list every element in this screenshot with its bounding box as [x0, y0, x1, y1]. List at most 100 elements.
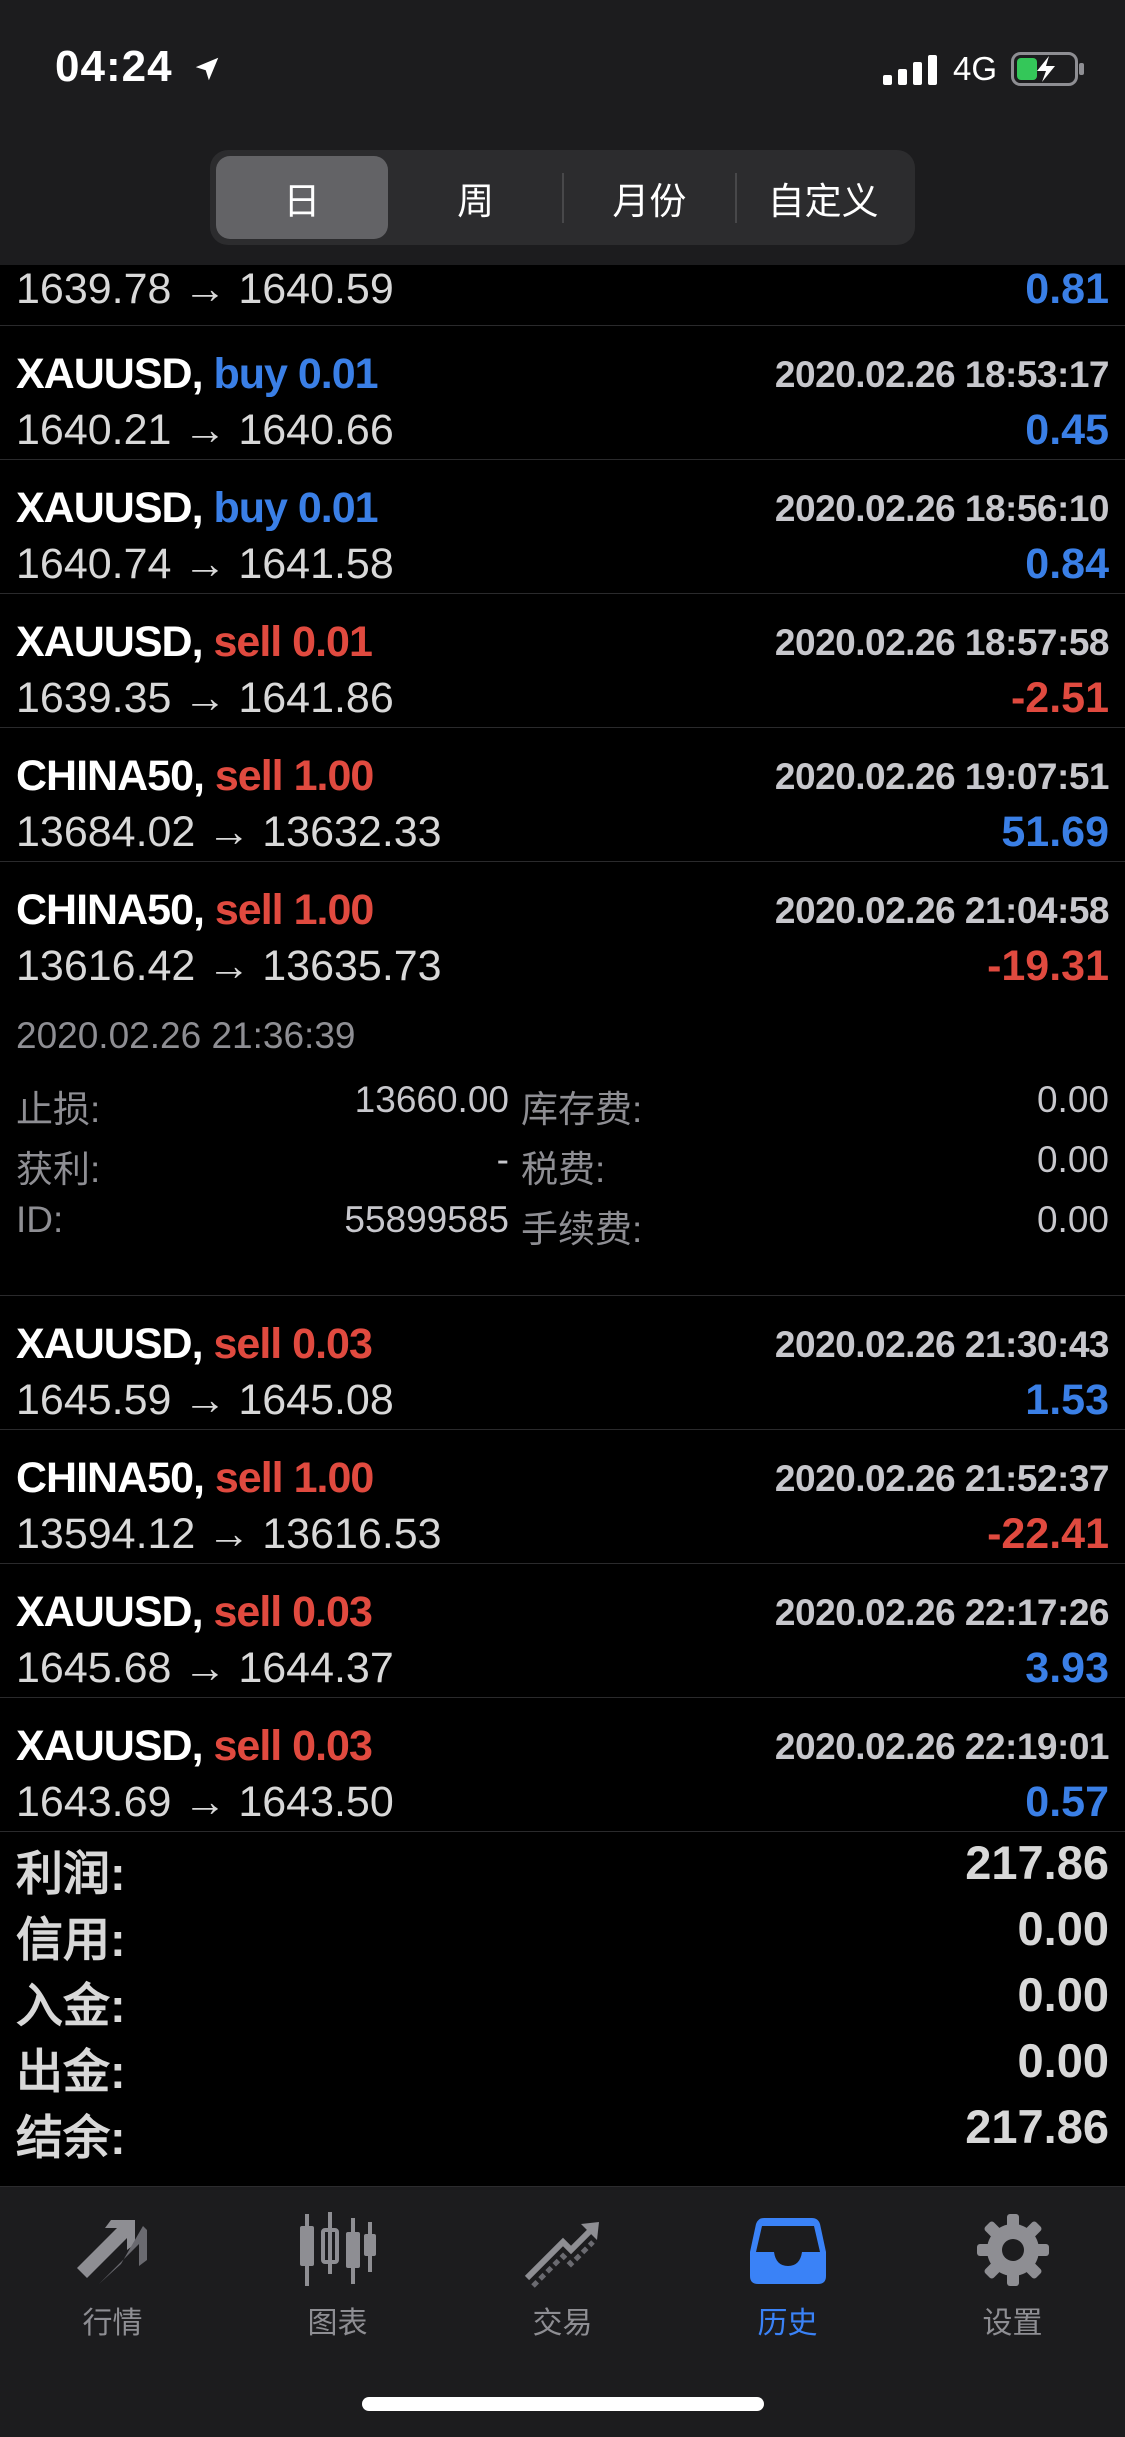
trade-profit: 0.57	[1025, 1778, 1109, 1826]
trade-row[interactable]: CHINA50, sell 1.00 2020.02.26 19:07:51 1…	[0, 728, 1125, 862]
trade-row-partial[interactable]: 1639.78 → 1640.59 0.81	[0, 265, 1125, 326]
home-indicator[interactable]	[362, 2397, 764, 2411]
tab-settings[interactable]: 设置	[900, 2207, 1125, 2342]
location-arrow-icon	[195, 58, 219, 81]
tab-custom[interactable]: 自定义	[737, 156, 909, 239]
fee-label: 手续费:	[521, 1209, 643, 1250]
trade-prices: 13616.42 → 13635.73	[16, 942, 442, 990]
summary-value: 0.00	[1017, 2034, 1109, 2087]
quotes-icon	[76, 2219, 147, 2284]
trade-row[interactable]: XAUUSD, sell 0.01 2020.02.26 18:57:58 16…	[0, 594, 1125, 728]
trade-row[interactable]: XAUUSD, buy 0.01 2020.02.26 18:53:17 164…	[0, 326, 1125, 460]
summary-value: 0.00	[1017, 1968, 1109, 2021]
signal-icon	[882, 55, 937, 85]
close-time: 2020.02.26 21:36:39	[16, 1015, 356, 1056]
trade-row-expanded[interactable]: CHINA50, sell 1.00 2020.02.26 21:04:58 1…	[0, 862, 1125, 995]
swap-label: 库存费:	[521, 1089, 643, 1130]
trade-time: 2020.02.26 22:19:01	[774, 1726, 1110, 1767]
swap-value: 0.00	[1036, 1079, 1109, 1120]
fee-value: 0.00	[1036, 1199, 1109, 1240]
trade-title: CHINA50, sell 1.00	[16, 1454, 374, 1503]
summary-label: 利润:	[16, 1847, 126, 1900]
trade-prices: 13684.02 → 13632.33	[16, 808, 442, 856]
quotes-icon-wrap	[0, 2207, 225, 2292]
header: 04:24 4G 日 周 月份 自定义	[0, 0, 1125, 265]
trade-volume: 0.03	[292, 1588, 373, 1636]
tab-month[interactable]: 月份	[564, 156, 736, 239]
trade-time: 2020.02.26 18:57:58	[774, 622, 1110, 663]
trade-row[interactable]: XAUUSD, buy 0.01 2020.02.26 18:56:10 164…	[0, 460, 1125, 594]
tab-week[interactable]: 周	[390, 156, 562, 239]
settings-icon-wrap	[900, 2207, 1125, 2292]
trade-time: 2020.02.26 18:53:17	[774, 354, 1110, 395]
trade-prices: 1645.59 → 1645.08	[16, 1376, 394, 1424]
trade-row[interactable]: XAUUSD, sell 0.03 2020.02.26 22:19:01 16…	[0, 1698, 1125, 1832]
trade-side: sell	[214, 1454, 284, 1502]
trade-volume: 0.03	[292, 1320, 373, 1368]
id-label: ID:	[16, 1199, 64, 1240]
trade-side: sell	[213, 1722, 282, 1770]
history-icon	[749, 2217, 826, 2284]
trade-profit: 0.45	[1025, 406, 1109, 454]
summary-row-credit: 信用: 0.00	[0, 1901, 1125, 1967]
tab-trade[interactable]: 交易	[450, 2207, 675, 2342]
summary-row-deposit: 入金: 0.00	[0, 1967, 1125, 2033]
trade-side: sell	[214, 886, 284, 934]
trade-symbol: CHINA50,	[16, 1454, 205, 1502]
tab-label: 行情	[82, 2307, 143, 2340]
trade-title: XAUUSD, sell 0.03	[16, 1722, 373, 1771]
tab-quotes[interactable]: 行情	[0, 2207, 225, 2342]
status-indicators: 4G	[882, 50, 1085, 88]
trade-title: XAUUSD, sell 0.01	[16, 618, 373, 667]
summary-row-profit: 利润: 217.86	[0, 1835, 1125, 1901]
trade-icon	[524, 2221, 599, 2288]
trade-prices: 1643.69 → 1643.50	[16, 1778, 394, 1826]
account-summary: 利润: 217.86 信用: 0.00 入金: 0.00 出金: 0.00 结余…	[0, 1835, 1125, 2165]
tab-chart[interactable]: 图表	[225, 2207, 450, 2342]
trade-symbol: XAUUSD,	[16, 1588, 204, 1636]
trade-row[interactable]: XAUUSD, sell 0.03 2020.02.26 22:17:26 16…	[0, 1564, 1125, 1698]
sl-label: 止损:	[16, 1089, 101, 1130]
tab-day[interactable]: 日	[216, 156, 388, 239]
chart-icon-wrap	[225, 2207, 450, 2292]
trade-symbol: XAUUSD,	[16, 484, 204, 532]
trade-prices: 1639.78 → 1640.59	[16, 265, 394, 313]
trade-details: 2020.02.26 21:36:39 止损: 13660.00 库存费: 0.…	[0, 995, 1125, 1296]
trade-volume: 0.01	[297, 484, 379, 532]
detail-row: ID: 55899585 手续费: 0.00	[16, 1199, 1109, 1250]
trade-row[interactable]: CHINA50, sell 1.00 2020.02.26 21:52:37 1…	[0, 1430, 1125, 1564]
trade-profit: 0.81	[1025, 265, 1109, 313]
trade-time: 2020.02.26 21:52:37	[774, 1458, 1110, 1499]
trade-symbol: XAUUSD,	[16, 618, 204, 666]
trade-title: XAUUSD, buy 0.01	[16, 350, 379, 399]
trade-title: CHINA50, sell 1.00	[16, 886, 374, 935]
trade-title: CHINA50, sell 1.00	[16, 752, 375, 801]
tab-label: 历史	[757, 2307, 818, 2340]
sl-value: 13660.00	[354, 1079, 509, 1120]
trade-prices: 1639.35 → 1641.86	[16, 674, 394, 722]
trade-history-list: 1639.78 → 1640.59 0.81 XAUUSD, buy 0.01 …	[0, 265, 1125, 1832]
trade-icon-wrap	[450, 2207, 675, 2292]
trade-time: 2020.02.26 21:30:43	[774, 1324, 1110, 1365]
trade-title: XAUUSD, sell 0.03	[16, 1588, 373, 1637]
trade-volume: 1.00	[293, 752, 375, 800]
summary-row-withdrawal: 出金: 0.00	[0, 2033, 1125, 2099]
tab-label: 图表	[307, 2307, 368, 2340]
summary-row-balance: 结余: 217.86	[0, 2099, 1125, 2165]
chart-icon	[299, 2211, 376, 2286]
detail-row: 止损: 13660.00 库存费: 0.00	[16, 1079, 1109, 1130]
trade-prices: 13594.12 → 13616.53	[16, 1510, 442, 1558]
summary-label: 信用:	[16, 1913, 126, 1966]
trade-symbol: CHINA50,	[16, 886, 205, 934]
tp-value: -	[496, 1139, 509, 1180]
trade-profit: -22.41	[987, 1510, 1109, 1558]
detail-row: 获利: - 税费: 0.00	[16, 1139, 1109, 1190]
trade-side: sell	[213, 1320, 282, 1368]
tab-history[interactable]: 历史	[675, 2207, 900, 2342]
summary-value: 0.00	[1017, 1902, 1109, 1955]
trade-row[interactable]: XAUUSD, sell 0.03 2020.02.26 21:30:43 16…	[0, 1296, 1125, 1430]
trade-side: buy	[213, 484, 287, 532]
trade-side: sell	[213, 1588, 282, 1636]
trade-profit: -19.31	[987, 942, 1109, 990]
trade-time: 2020.02.26 22:17:26	[774, 1592, 1110, 1633]
